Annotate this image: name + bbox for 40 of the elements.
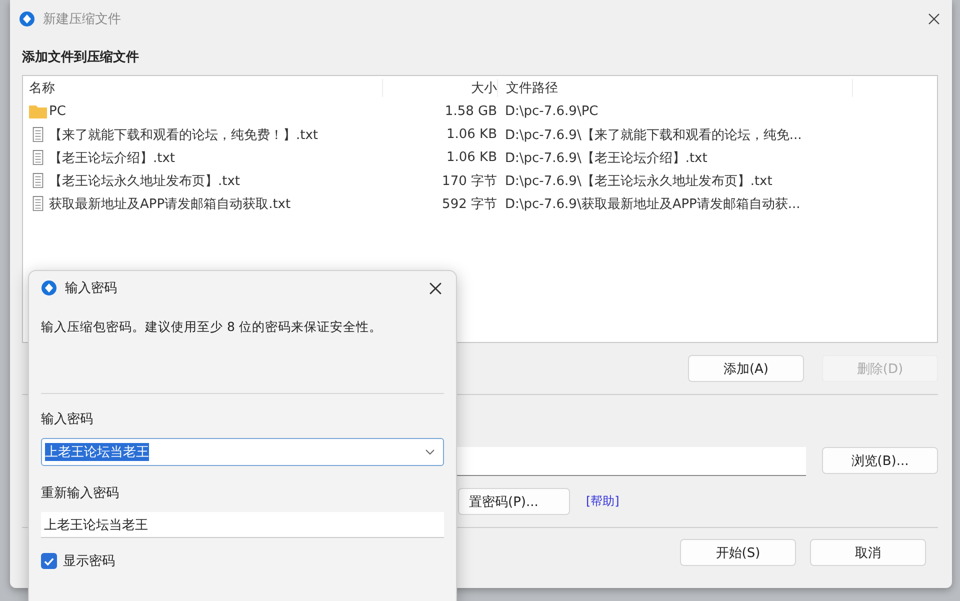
file-name: 【来了就能下载和观看的论坛，纯免费！】.txt: [49, 126, 318, 144]
dialog-button[interactable]: 取消: [810, 539, 926, 566]
browse-button[interactable]: 浏览(B)...: [822, 447, 938, 474]
chevron-down-icon[interactable]: [425, 449, 435, 455]
section-title: 添加文件到压缩文件: [22, 48, 140, 66]
file-path: D:\pc-7.6.9\获取最新地址及APP请发邮箱自动获...: [504, 196, 802, 212]
help-link[interactable]: [帮助]: [586, 493, 620, 510]
file-size: 1.06 KB: [445, 127, 497, 142]
field-label: 输入密码: [41, 411, 94, 428]
file-size: 1.58 GB: [444, 104, 497, 119]
set-password-button[interactable]: 置密码(P)...: [458, 488, 570, 515]
dialog-button[interactable]: 开始(S): [680, 539, 796, 566]
close-icon[interactable]: [429, 282, 442, 294]
column-header[interactable]: 名称: [23, 79, 383, 97]
file-name: 【老王论坛永久地址发布页】.txt: [49, 172, 240, 190]
file-path: D:\pc-7.6.9\PC: [504, 104, 600, 119]
file-size: 592 字节: [441, 196, 497, 212]
field-label: 重新输入密码: [41, 485, 120, 502]
file-size: 170 字节: [441, 172, 497, 190]
checkbox[interactable]: [41, 553, 57, 569]
app-icon: [41, 280, 57, 296]
app-icon: [19, 11, 35, 27]
dialog-message: 输入压缩包密码。建议使用至少 8 位的密码来保证安全性。: [41, 319, 383, 336]
folder-icon: [29, 104, 47, 119]
dialog-title: 输入密码: [65, 280, 118, 297]
file-name: 【老王论坛介绍】.txt: [49, 150, 176, 166]
column-header[interactable]: 大小: [383, 79, 498, 97]
close-icon[interactable]: [928, 13, 940, 25]
password-combo[interactable]: 上老王论坛当老王: [41, 438, 444, 466]
file-size: 1.06 KB: [445, 150, 497, 165]
file-name: PC: [49, 104, 66, 119]
column-header[interactable]: 文件路径: [498, 79, 853, 97]
password-field[interactable]: 上老王论坛当老王: [41, 512, 444, 538]
list-button[interactable]: 添加(A): [688, 355, 804, 382]
file-name: 获取最新地址及APP请发邮箱自动获取.txt: [49, 196, 291, 212]
window-title: 新建压缩文件: [43, 11, 122, 28]
checkbox-label: 显示密码: [63, 553, 115, 570]
file-path: D:\pc-7.6.9\【来了就能下载和观看的论坛，纯免...: [504, 126, 803, 144]
file-path: D:\pc-7.6.9\【老王论坛永久地址发布页】.txt: [504, 172, 774, 190]
file-path: D:\pc-7.6.9\【老王论坛介绍】.txt: [504, 150, 708, 166]
